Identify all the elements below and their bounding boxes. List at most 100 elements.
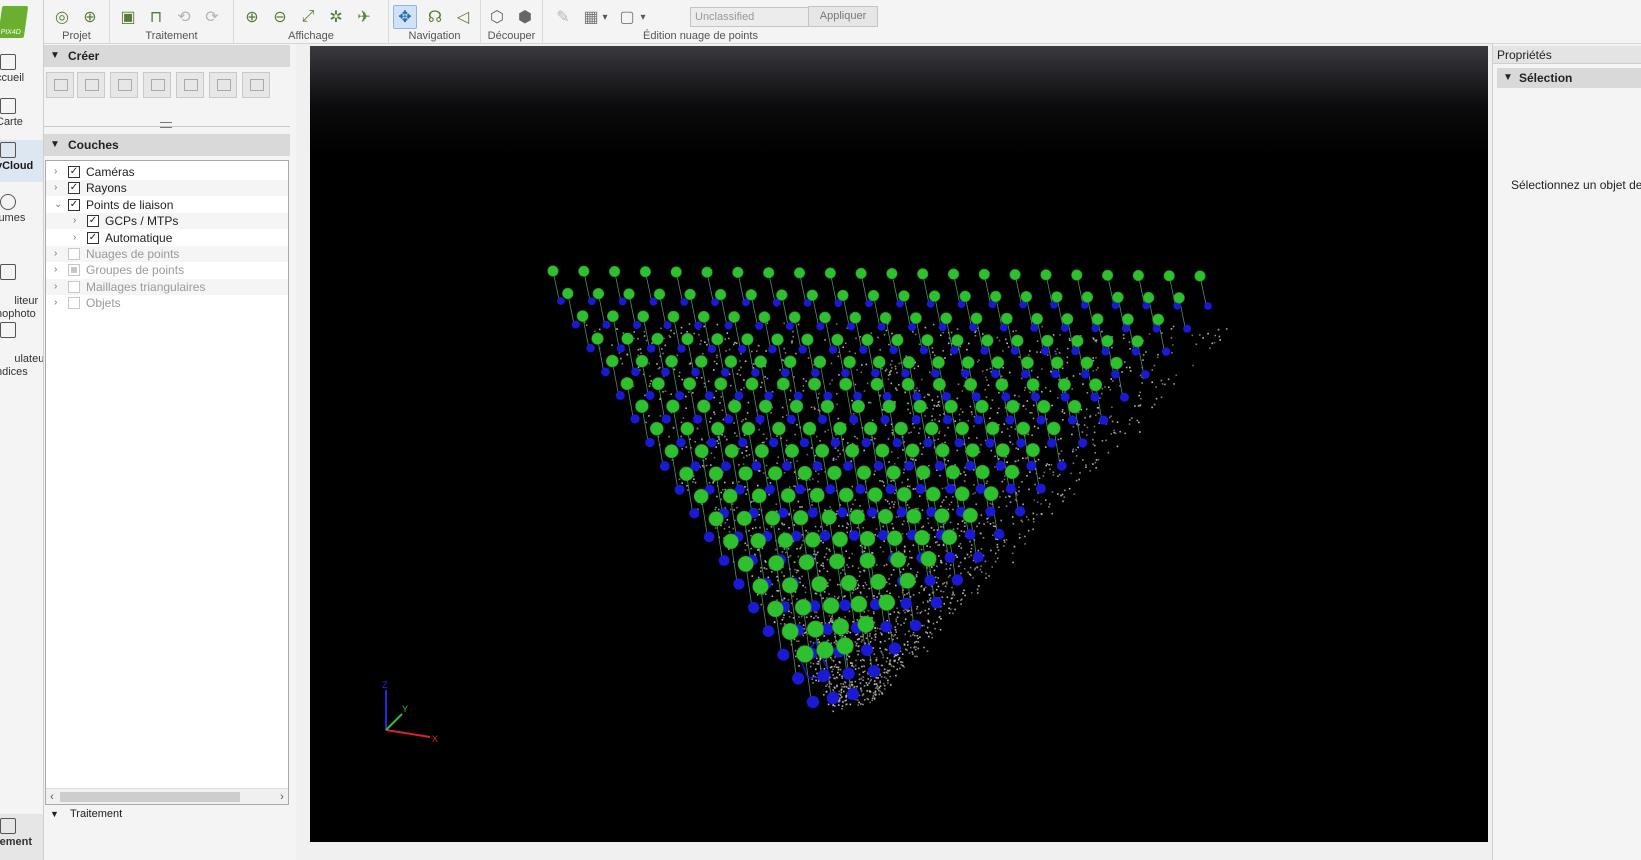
edit-fill-icon[interactable]: ▢ xyxy=(615,5,639,29)
camera-sphere[interactable] xyxy=(1112,291,1124,304)
camera-sphere[interactable] xyxy=(896,486,912,502)
camera-sphere[interactable] xyxy=(981,334,994,347)
camera-sphere[interactable] xyxy=(697,399,711,413)
chevron-right-icon[interactable]: › xyxy=(54,279,64,295)
camera-sphere[interactable] xyxy=(667,310,680,323)
rail-item-index-calculator[interactable]: ulateur ndices xyxy=(0,296,43,392)
camera-sphere[interactable] xyxy=(793,267,806,279)
camera-sphere[interactable] xyxy=(961,356,975,369)
camera-sphere[interactable] xyxy=(714,377,728,391)
camera-sphere[interactable] xyxy=(894,421,908,436)
camera-sphere[interactable] xyxy=(751,488,767,504)
camera-sphere[interactable] xyxy=(886,268,898,280)
camera-sphere[interactable] xyxy=(758,399,773,413)
create-rectangle-icon[interactable] xyxy=(46,72,74,98)
camera-sphere[interactable] xyxy=(736,510,752,527)
layer-checkbox[interactable] xyxy=(68,297,80,310)
camera-sphere[interactable] xyxy=(714,288,727,301)
camera-sphere[interactable] xyxy=(827,465,842,481)
camera-sphere[interactable] xyxy=(902,355,916,369)
camera-sphere[interactable] xyxy=(781,577,799,594)
chevron-right-icon[interactable]: › xyxy=(54,180,64,196)
camera-sphere[interactable] xyxy=(684,288,696,301)
camera-sphere[interactable] xyxy=(820,399,835,414)
camera-sphere[interactable] xyxy=(771,333,784,346)
camera-sphere[interactable] xyxy=(1067,399,1082,414)
camera-sphere[interactable] xyxy=(680,421,695,436)
camera-sphere[interactable] xyxy=(913,399,927,414)
camera-sphere[interactable] xyxy=(724,355,738,368)
camera-sphere[interactable] xyxy=(806,620,824,638)
camera-sphere[interactable] xyxy=(915,465,931,480)
camera-sphere[interactable] xyxy=(776,377,790,391)
camera-sphere[interactable] xyxy=(723,533,739,550)
rail-item-accueil[interactable]: ccueil xyxy=(0,54,43,85)
camera-sphere[interactable] xyxy=(784,443,799,458)
camera-sphere[interactable] xyxy=(711,333,724,346)
camera-sphere[interactable] xyxy=(767,600,784,618)
camera-sphere[interactable] xyxy=(754,355,767,369)
target-icon[interactable]: ⊕ xyxy=(78,5,102,29)
camera-sphere[interactable] xyxy=(959,290,971,303)
camera-sphere[interactable] xyxy=(856,465,872,480)
camera-sphere[interactable] xyxy=(824,267,836,279)
camera-sphere[interactable] xyxy=(1050,356,1064,370)
layer-checkbox[interactable] xyxy=(68,248,80,260)
camera-sphere[interactable] xyxy=(839,377,853,391)
camera-sphere[interactable] xyxy=(898,290,910,302)
camera-sphere[interactable] xyxy=(807,377,821,391)
camera-sphere[interactable] xyxy=(798,554,815,571)
camera-sphere[interactable] xyxy=(859,530,876,547)
camera-sphere[interactable] xyxy=(955,421,970,436)
project-snapshot-icon[interactable]: ◎ xyxy=(50,5,74,29)
camera-sphere[interactable] xyxy=(693,488,709,504)
camera-sphere[interactable] xyxy=(947,268,960,280)
camera-sphere[interactable] xyxy=(878,594,896,611)
camera-sphere[interactable] xyxy=(772,421,786,436)
camera-sphere[interactable] xyxy=(1080,356,1094,370)
camera-sphere[interactable] xyxy=(849,311,862,324)
camera-sphere[interactable] xyxy=(1101,269,1114,281)
camera-sphere[interactable] xyxy=(1025,443,1040,458)
create-section-header[interactable]: ▼ Créer xyxy=(44,45,290,67)
layer-row[interactable]: › Objets xyxy=(46,295,288,311)
navigation-firstperson-icon[interactable]: ◁ xyxy=(451,5,475,29)
camera-sphere[interactable] xyxy=(970,312,983,325)
camera-sphere[interactable] xyxy=(745,377,759,391)
camera-sphere[interactable] xyxy=(925,486,941,502)
camera-sphere[interactable] xyxy=(665,354,678,368)
layer-checkbox[interactable]: ✓ xyxy=(87,215,99,228)
camera-sphere[interactable] xyxy=(928,290,941,302)
camera-sphere[interactable] xyxy=(917,268,929,280)
camera-sphere[interactable] xyxy=(1020,291,1032,303)
camera-sphere[interactable] xyxy=(639,266,652,278)
camera-sphere[interactable] xyxy=(728,311,740,323)
layer-checkbox[interactable]: ✓ xyxy=(87,231,99,244)
layer-row[interactable]: › Nuages de points xyxy=(46,246,288,262)
camera-sphere[interactable] xyxy=(891,334,904,347)
camera-sphere[interactable] xyxy=(910,312,922,324)
layer-checkbox[interactable] xyxy=(68,280,80,293)
clip-box-icon[interactable]: ⬡ xyxy=(485,5,509,29)
camera-sphere[interactable] xyxy=(832,531,848,548)
camera-sphere[interactable] xyxy=(1101,335,1114,348)
camera-sphere[interactable] xyxy=(1071,269,1083,281)
camera-sphere[interactable] xyxy=(875,443,890,458)
camera-sphere[interactable] xyxy=(914,529,930,546)
rail-item-volumes[interactable]: lumes xyxy=(0,194,43,225)
processing-check-icon[interactable]: ▣ xyxy=(116,5,140,29)
camera-sphere[interactable] xyxy=(666,399,680,413)
camera-sphere[interactable] xyxy=(905,443,920,458)
camera-sphere[interactable] xyxy=(886,465,901,480)
camera-sphere[interactable] xyxy=(849,509,865,525)
camera-sphere[interactable] xyxy=(872,355,886,369)
camera-sphere[interactable] xyxy=(945,465,961,480)
camera-sphere[interactable] xyxy=(1016,421,1031,436)
navigation-trackball-icon[interactable]: ☊ xyxy=(423,5,447,29)
camera-sphere[interactable] xyxy=(850,595,868,613)
camera-sphere[interactable] xyxy=(831,333,844,346)
3d-viewport[interactable]: X Y Z xyxy=(310,46,1488,842)
camera-sphere[interactable] xyxy=(932,377,946,391)
camera-sphere[interactable] xyxy=(694,355,708,368)
clip-box-edit-icon[interactable]: ⬢ xyxy=(513,5,537,29)
